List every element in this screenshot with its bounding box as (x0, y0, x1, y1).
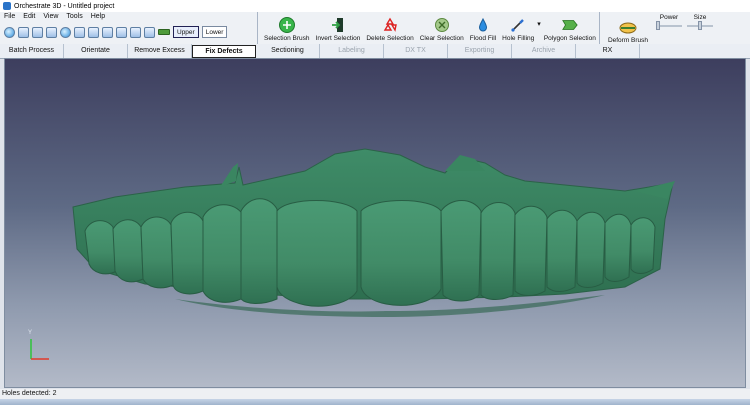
view-bottom-icon[interactable] (144, 26, 155, 38)
power-label: Power (659, 14, 679, 21)
deform-brush-icon (618, 21, 638, 35)
tab-exporting: Exporting (448, 44, 512, 58)
size-slider-thumb[interactable] (698, 21, 702, 30)
workflow-tabs: Batch Process Orientate Remove Excess Fi… (0, 44, 750, 59)
3d-viewport[interactable]: Y (4, 58, 746, 388)
tab-orientate[interactable]: Orientate (64, 44, 128, 58)
view-toolbar: Upper Lower (4, 26, 228, 38)
view-back-icon[interactable] (88, 26, 99, 38)
status-bar: Holes detected: 2 (0, 389, 750, 399)
menu-tools[interactable]: Tools (66, 13, 82, 20)
toolbar-separator (599, 12, 600, 44)
title-bar: Orchestrate 3D - Untitled project (0, 0, 750, 12)
status-text: Holes detected: 2 (2, 390, 57, 397)
tab-rx[interactable]: RX (576, 44, 640, 58)
deform-brush-button[interactable]: Deform Brush (602, 12, 654, 44)
tab-batch-process[interactable]: Batch Process (0, 44, 64, 58)
view-right-icon[interactable] (116, 26, 127, 38)
hole-filling-icon (510, 17, 526, 33)
size-slider[interactable] (687, 21, 713, 30)
flood-fill-icon (475, 17, 491, 33)
pan-hand-icon[interactable] (18, 26, 29, 38)
hole-filling-button[interactable]: Hole Filling (499, 12, 537, 42)
axis-indicator: Y (27, 330, 57, 363)
polygon-selection-icon (561, 17, 578, 33)
flood-fill-button[interactable]: Flood Fill (467, 12, 499, 42)
delete-selection-icon (382, 17, 398, 33)
view-left-icon[interactable] (102, 26, 113, 38)
app-icon (3, 2, 11, 10)
fix-defects-tools: Selection Brush Invert Selection Delete … (261, 12, 599, 44)
model-color-icon[interactable] (158, 29, 170, 35)
delete-selection-button[interactable]: Delete Selection (363, 12, 416, 42)
axis-y-label: Y (28, 330, 33, 336)
menu-file[interactable]: File (4, 13, 15, 20)
polygon-selection-button[interactable]: Polygon Selection (541, 12, 599, 42)
tab-sectioning[interactable]: Sectioning (256, 44, 320, 58)
clear-selection-icon (434, 17, 450, 33)
invert-selection-icon (330, 17, 346, 33)
menu-edit[interactable]: Edit (23, 13, 35, 20)
menu-view[interactable]: View (43, 13, 58, 20)
tab-dx-tx: DX TX (384, 44, 448, 58)
dental-model[interactable] (5, 59, 746, 388)
undo-icon[interactable] (4, 26, 15, 38)
clear-selection-button[interactable]: Clear Selection (417, 12, 467, 42)
selection-brush-icon (278, 17, 295, 33)
size-label: Size (693, 14, 707, 21)
taskbar (0, 399, 750, 405)
tab-archive: Archive (512, 44, 576, 58)
power-slider-group: Power (656, 14, 682, 30)
zoom-window-icon[interactable] (46, 26, 57, 38)
toolbar: File Edit View Tools Help Upper Lower Se… (0, 12, 750, 44)
power-slider-thumb[interactable] (656, 21, 660, 30)
tab-remove-excess[interactable]: Remove Excess (128, 44, 192, 58)
view-top-icon[interactable] (130, 26, 141, 38)
upper-jaw-button[interactable]: Upper (173, 26, 199, 38)
view-front-icon[interactable] (74, 26, 85, 38)
zoom-icon[interactable] (32, 26, 43, 38)
menu-bar: File Edit View Tools Help (4, 13, 105, 20)
lower-jaw-button[interactable]: Lower (201, 26, 228, 38)
tab-fix-defects[interactable]: Fix Defects (192, 45, 256, 58)
size-slider-group: Size (687, 14, 713, 30)
toolbar-separator (257, 12, 258, 44)
power-slider[interactable] (656, 21, 682, 30)
window-title: Orchestrate 3D - Untitled project (14, 2, 115, 10)
rotate-icon[interactable] (60, 26, 71, 38)
invert-selection-button[interactable]: Invert Selection (313, 12, 364, 42)
selection-brush-button[interactable]: Selection Brush (261, 12, 313, 42)
tab-labeling: Labeling (320, 44, 384, 58)
menu-help[interactable]: Help (91, 13, 105, 20)
